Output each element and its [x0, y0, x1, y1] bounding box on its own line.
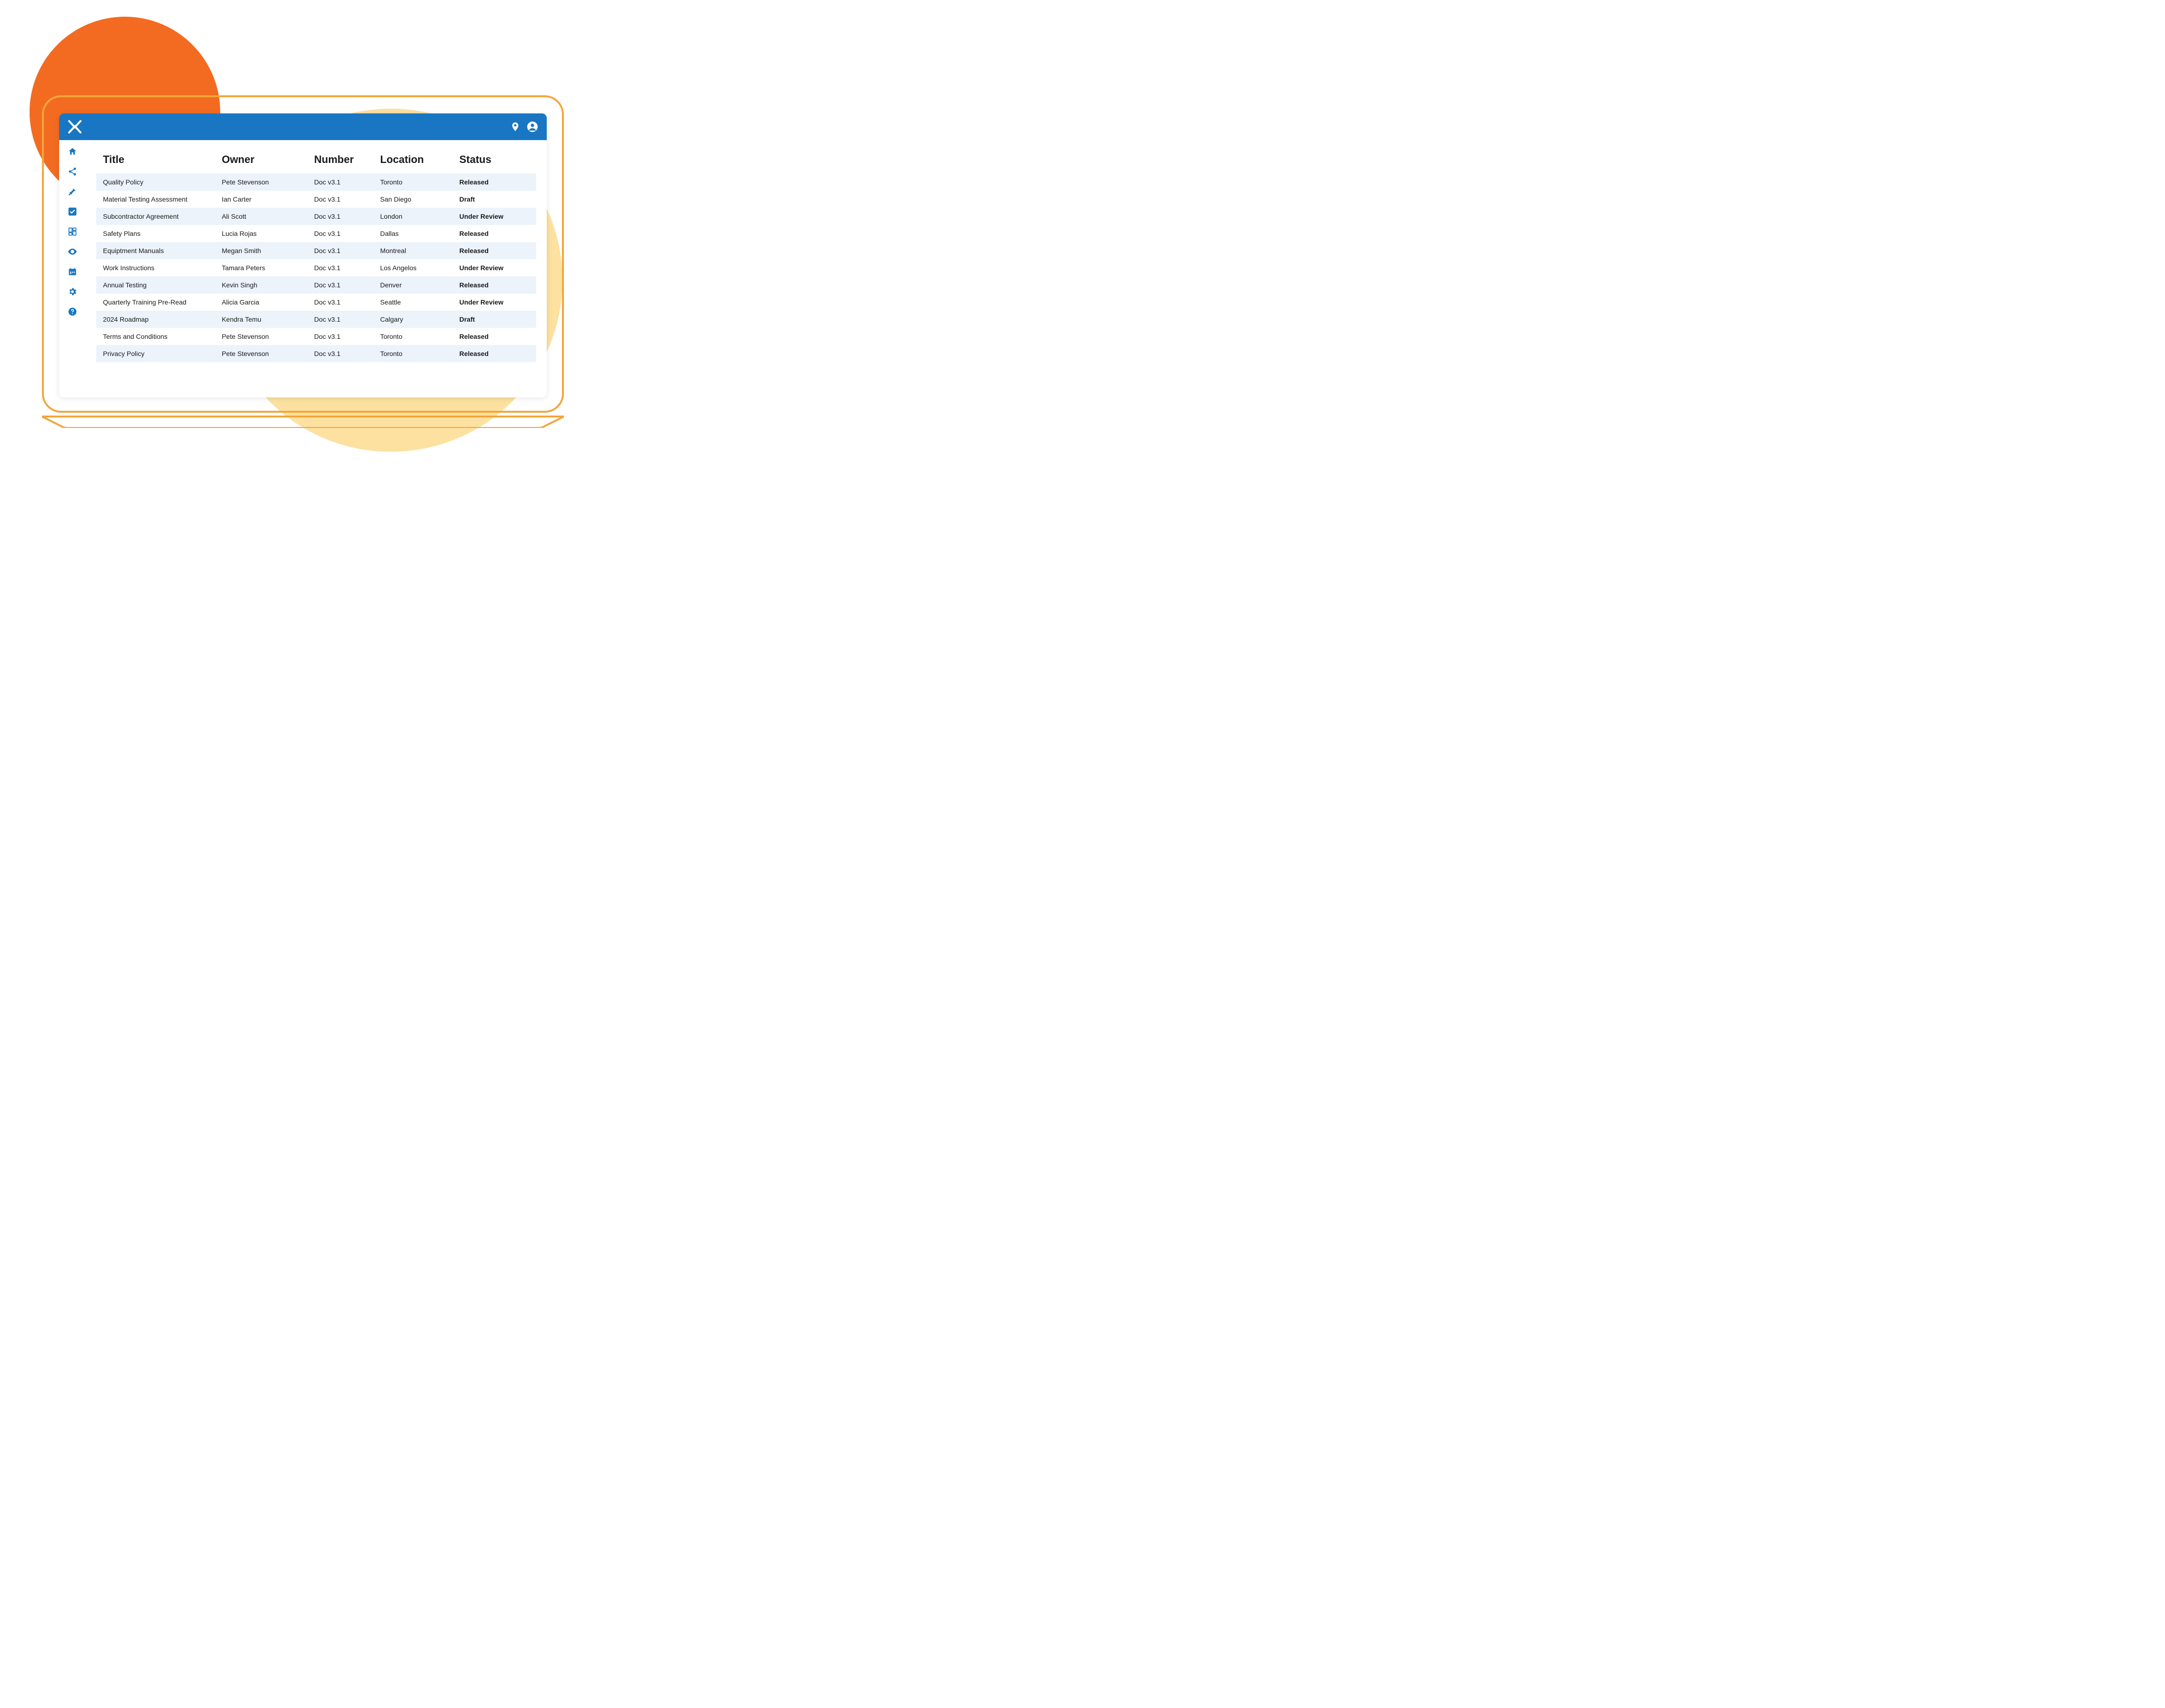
col-header-location[interactable]: Location: [373, 149, 452, 173]
cell-location: Toronto: [373, 328, 452, 345]
cell-number: Doc v3.1: [307, 345, 373, 362]
cell-owner: Ali Scott: [215, 208, 307, 225]
table-row[interactable]: Privacy PolicyPete StevensonDoc v3.1Toro…: [96, 345, 536, 362]
cell-status: Released: [453, 225, 536, 242]
cell-location: Toronto: [373, 173, 452, 191]
cell-number: Doc v3.1: [307, 225, 373, 242]
cell-number: Doc v3.1: [307, 208, 373, 225]
share-icon[interactable]: [66, 165, 79, 178]
cell-location: San Diego: [373, 191, 452, 208]
cell-title: Privacy Policy: [96, 345, 215, 362]
home-icon[interactable]: [66, 145, 79, 158]
cell-location: Calgary: [373, 311, 452, 328]
calendar-icon[interactable]: [66, 265, 79, 278]
cell-owner: Kevin Singh: [215, 276, 307, 294]
cell-owner: Tamara Peters: [215, 259, 307, 276]
cell-title: Annual Testing: [96, 276, 215, 294]
main-content: Title Owner Number Location Status Quali…: [86, 140, 547, 397]
sidebar: [59, 140, 86, 397]
gear-icon[interactable]: [66, 285, 79, 298]
cell-owner: Kendra Temu: [215, 311, 307, 328]
table-row[interactable]: Material Testing AssessmentIan CarterDoc…: [96, 191, 536, 208]
cell-number: Doc v3.1: [307, 311, 373, 328]
col-header-number[interactable]: Number: [307, 149, 373, 173]
cell-title: Material Testing Assessment: [96, 191, 215, 208]
table-row[interactable]: Subcontractor AgreementAli ScottDoc v3.1…: [96, 208, 536, 225]
cell-title: Terms and Conditions: [96, 328, 215, 345]
cell-location: Denver: [373, 276, 452, 294]
cell-title: Quarterly Training Pre-Read: [96, 294, 215, 311]
cell-location: Dallas: [373, 225, 452, 242]
cell-title: Equiptment Manuals: [96, 242, 215, 259]
cell-title: Safety Plans: [96, 225, 215, 242]
dashboard-icon[interactable]: [66, 225, 79, 238]
cell-title: Subcontractor Agreement: [96, 208, 215, 225]
app-header: [59, 113, 547, 140]
table-row[interactable]: Terms and ConditionsPete StevensonDoc v3…: [96, 328, 536, 345]
cell-title: Work Instructions: [96, 259, 215, 276]
laptop-base: [42, 412, 564, 428]
cell-location: Los Angelos: [373, 259, 452, 276]
table-row[interactable]: Safety PlansLucia RojasDoc v3.1DallasRel…: [96, 225, 536, 242]
cell-title: 2024 Roadmap: [96, 311, 215, 328]
location-pin-icon[interactable]: [510, 121, 521, 132]
table-row[interactable]: Annual TestingKevin SinghDoc v3.1DenverR…: [96, 276, 536, 294]
cell-status: Released: [453, 328, 536, 345]
eye-icon[interactable]: [66, 245, 79, 258]
cell-number: Doc v3.1: [307, 276, 373, 294]
cell-number: Doc v3.1: [307, 191, 373, 208]
help-icon[interactable]: [66, 305, 79, 318]
cell-status: Released: [453, 345, 536, 362]
cell-status: Under Review: [453, 259, 536, 276]
cell-location: Toronto: [373, 345, 452, 362]
cell-status: Released: [453, 173, 536, 191]
cell-number: Doc v3.1: [307, 328, 373, 345]
table-header-row: Title Owner Number Location Status: [96, 149, 536, 173]
cell-location: Seattle: [373, 294, 452, 311]
cell-owner: Lucia Rojas: [215, 225, 307, 242]
cell-status: Under Review: [453, 208, 536, 225]
documents-table: Title Owner Number Location Status Quali…: [96, 149, 536, 362]
col-header-owner[interactable]: Owner: [215, 149, 307, 173]
cell-status: Released: [453, 242, 536, 259]
user-account-icon[interactable]: [527, 121, 538, 132]
cell-location: Montreal: [373, 242, 452, 259]
cell-owner: Pete Stevenson: [215, 345, 307, 362]
cell-number: Doc v3.1: [307, 173, 373, 191]
pin-icon[interactable]: [66, 185, 79, 198]
table-row[interactable]: Quarterly Training Pre-ReadAlicia Garcia…: [96, 294, 536, 311]
cell-status: Draft: [453, 191, 536, 208]
table-row[interactable]: Equiptment ManualsMegan SmithDoc v3.1Mon…: [96, 242, 536, 259]
cell-owner: Megan Smith: [215, 242, 307, 259]
table-row[interactable]: Work InstructionsTamara PetersDoc v3.1Lo…: [96, 259, 536, 276]
app-window: Title Owner Number Location Status Quali…: [59, 113, 547, 397]
table-row[interactable]: 2024 RoadmapKendra TemuDoc v3.1CalgaryDr…: [96, 311, 536, 328]
header-actions: [510, 121, 538, 132]
col-header-status[interactable]: Status: [453, 149, 536, 173]
laptop-screen-frame: Title Owner Number Location Status Quali…: [42, 95, 564, 413]
check-icon[interactable]: [66, 205, 79, 218]
cell-title: Quality Policy: [96, 173, 215, 191]
cell-owner: Pete Stevenson: [215, 328, 307, 345]
cell-number: Doc v3.1: [307, 242, 373, 259]
cell-location: London: [373, 208, 452, 225]
cell-number: Doc v3.1: [307, 294, 373, 311]
laptop-illustration: Title Owner Number Location Status Quali…: [42, 95, 564, 428]
cell-owner: Pete Stevenson: [215, 173, 307, 191]
app-body: Title Owner Number Location Status Quali…: [59, 140, 547, 397]
app-logo-icon: [68, 120, 82, 134]
cell-status: Draft: [453, 311, 536, 328]
col-header-title[interactable]: Title: [96, 149, 215, 173]
cell-owner: Ian Carter: [215, 191, 307, 208]
cell-number: Doc v3.1: [307, 259, 373, 276]
cell-status: Released: [453, 276, 536, 294]
cell-owner: Alicia Garcia: [215, 294, 307, 311]
cell-status: Under Review: [453, 294, 536, 311]
table-row[interactable]: Quality PolicyPete StevensonDoc v3.1Toro…: [96, 173, 536, 191]
